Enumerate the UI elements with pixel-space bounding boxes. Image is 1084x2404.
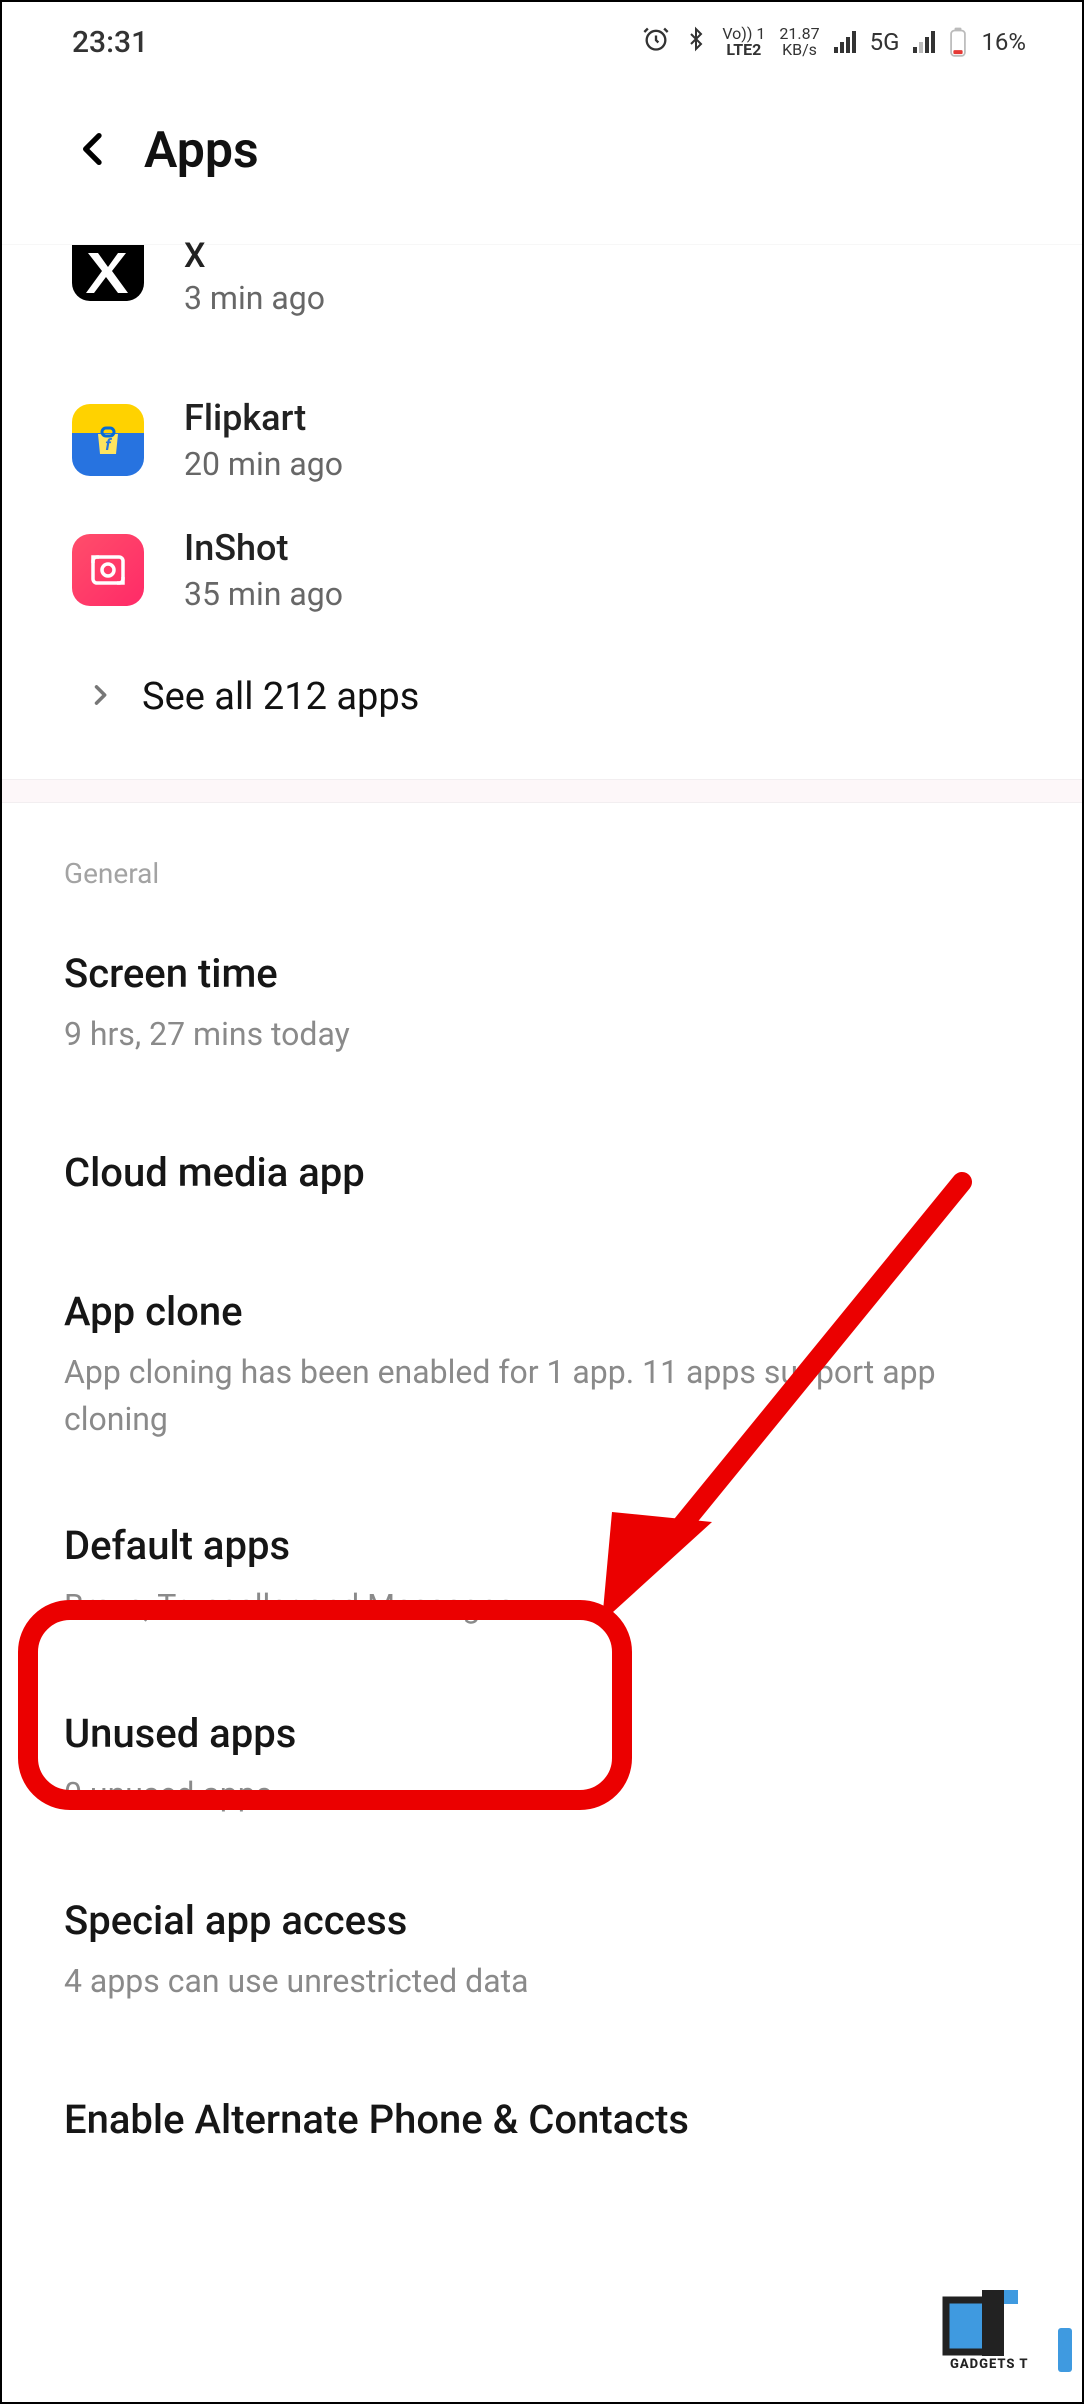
- alarm-icon: [642, 25, 670, 59]
- recent-app-row[interactable]: InShot 35 min ago: [2, 505, 1082, 635]
- volte-indicator: Vo)) 1 LTE2: [722, 26, 765, 58]
- setting-subtitle: App cloning has been enabled for 1 app. …: [64, 1349, 1020, 1442]
- setting-subtitle: 4 apps can use unrestricted data: [64, 1958, 1020, 2004]
- setting-subtitle: Brave, Truecaller and Messages: [64, 1583, 1020, 1629]
- app-name: InShot: [184, 527, 343, 569]
- setting-title: Screen time: [64, 950, 1020, 997]
- setting-title: Special app access: [64, 1897, 1020, 1944]
- app-subtitle: 35 min ago: [184, 575, 343, 613]
- back-icon[interactable]: [74, 129, 114, 173]
- app-subtitle: 20 min ago: [184, 445, 343, 483]
- setting-title: Cloud media app: [64, 1149, 1020, 1196]
- setting-subtitle: 9 hrs, 27 mins today: [64, 1011, 1020, 1057]
- setting-screen-time[interactable]: Screen time 9 hrs, 27 mins today: [2, 910, 1082, 1097]
- app-name: X: [184, 239, 325, 273]
- chevron-right-icon: [86, 675, 114, 719]
- watermark-logo: GADGETS T: [942, 2282, 1072, 2372]
- flipkart-app-icon: f: [72, 404, 144, 476]
- section-divider: [2, 779, 1082, 803]
- status-right: Vo)) 1 LTE2 21.87 KB/s 5G 16%: [642, 25, 1026, 59]
- svg-text:GADGETS T: GADGETS T: [950, 2357, 1028, 2372]
- setting-app-clone[interactable]: App clone App cloning has been enabled f…: [2, 1248, 1082, 1482]
- network-speed: 21.87 KB/s: [779, 26, 819, 58]
- setting-cloud-media-app[interactable]: Cloud media app: [2, 1097, 1082, 1248]
- recent-app-row[interactable]: X 3 min ago: [2, 245, 1082, 375]
- setting-unused-apps[interactable]: Unused apps 0 unused apps: [2, 1670, 1082, 1857]
- page-header: Apps: [2, 82, 1082, 240]
- see-all-apps[interactable]: See all 212 apps: [2, 635, 1082, 779]
- section-label-general: General: [2, 803, 1082, 910]
- inshot-app-icon: [72, 534, 144, 606]
- signal-icon-1: [834, 31, 856, 53]
- battery-percent: 16%: [981, 28, 1026, 56]
- app-subtitle: 3 min ago: [184, 279, 325, 317]
- setting-subtitle: 0 unused apps: [64, 1771, 1020, 1817]
- setting-title: App clone: [64, 1288, 1020, 1335]
- see-all-label: See all 212 apps: [142, 675, 419, 719]
- setting-title: Enable Alternate Phone & Contacts: [64, 2096, 1020, 2143]
- setting-default-apps[interactable]: Default apps Brave, Truecaller and Messa…: [2, 1482, 1082, 1669]
- bluetooth-icon: [684, 25, 708, 59]
- setting-title: Default apps: [64, 1522, 1020, 1569]
- network-type: 5G: [870, 28, 900, 56]
- setting-title: Unused apps: [64, 1710, 1020, 1757]
- status-bar: 23:31 Vo)) 1 LTE2 21.87 KB/s 5G 16%: [2, 2, 1082, 82]
- setting-special-app-access[interactable]: Special app access 4 apps can use unrest…: [2, 1857, 1082, 2044]
- x-app-icon: [72, 245, 144, 301]
- status-time: 23:31: [72, 25, 148, 60]
- battery-icon: [949, 27, 967, 57]
- page-title: Apps: [144, 122, 259, 180]
- setting-enable-alternate-phone-contacts[interactable]: Enable Alternate Phone & Contacts: [2, 2044, 1082, 2195]
- recent-app-row[interactable]: f Flipkart 20 min ago: [2, 375, 1082, 505]
- signal-icon-2: [913, 31, 935, 53]
- app-name: Flipkart: [184, 397, 343, 439]
